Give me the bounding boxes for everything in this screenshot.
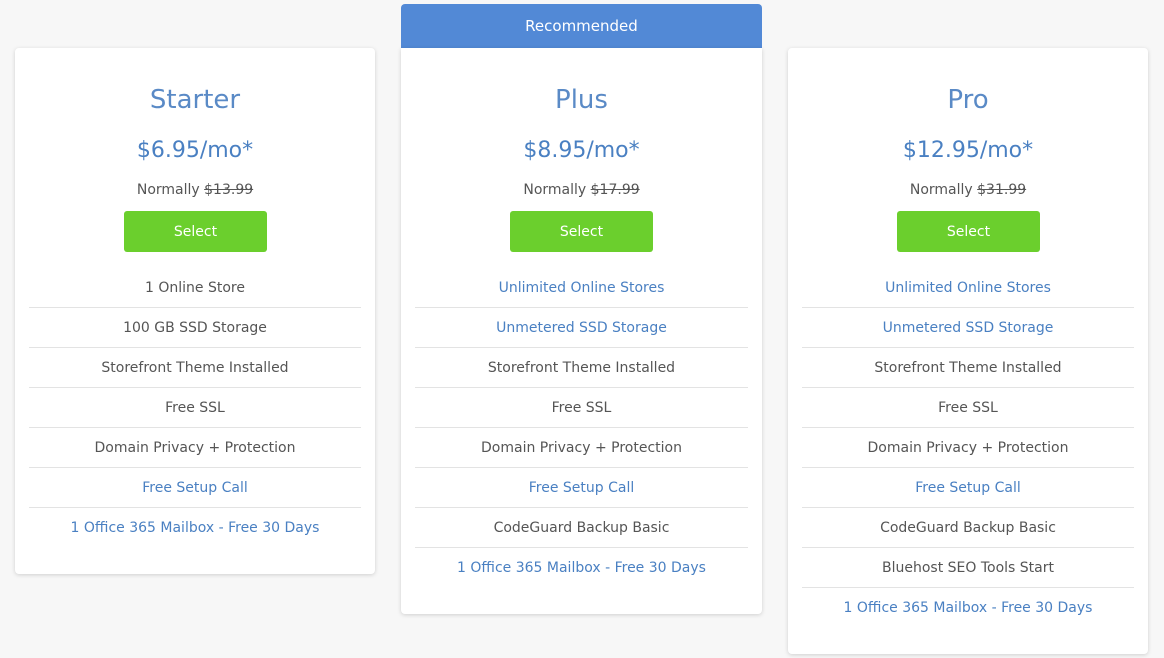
plan-card-starter: Starter $6.95/mo* Normally $13.99 Select… bbox=[15, 48, 375, 574]
pricing-table: Recommended Starter $6.95/mo* Normally $… bbox=[0, 0, 1164, 658]
feature-item: Domain Privacy + Protection bbox=[802, 428, 1134, 468]
feature-item[interactable]: Free Setup Call bbox=[29, 468, 361, 508]
feature-item: Free SSL bbox=[415, 388, 748, 428]
select-button-plus[interactable]: Select bbox=[510, 211, 653, 252]
feature-item: Free SSL bbox=[802, 388, 1134, 428]
feature-item: Free SSL bbox=[29, 388, 361, 428]
feature-item[interactable]: Free Setup Call bbox=[802, 468, 1134, 508]
original-price: $17.99 bbox=[590, 182, 640, 198]
feature-list: 1 Online Store 100 GB SSD Storage Storefro… bbox=[29, 268, 361, 548]
normally-label: Normally bbox=[909, 182, 973, 198]
feature-item: Domain Privacy + Protection bbox=[415, 428, 748, 468]
plan-normal-price: Normally $17.99 bbox=[401, 182, 762, 198]
feature-item[interactable]: 1 Office 365 Mailbox - Free 30 Days bbox=[802, 588, 1134, 628]
feature-item: Bluehost SEO Tools Start bbox=[802, 548, 1134, 588]
plan-normal-price: Normally $31.99 bbox=[788, 182, 1148, 198]
feature-item[interactable]: 1 Office 365 Mailbox - Free 30 Days bbox=[415, 548, 748, 588]
feature-item[interactable]: Unmetered SSD Storage bbox=[802, 308, 1134, 348]
feature-item: CodeGuard Backup Basic bbox=[802, 508, 1134, 548]
feature-item[interactable]: Unmetered SSD Storage bbox=[415, 308, 748, 348]
normally-label: Normally bbox=[136, 182, 200, 198]
select-button-starter[interactable]: Select bbox=[124, 211, 267, 252]
plan-price: $12.95/mo* bbox=[902, 138, 1034, 163]
plan-normal-price: Normally $13.99 bbox=[15, 182, 375, 198]
feature-item: Storefront Theme Installed bbox=[29, 348, 361, 388]
plan-name: Pro bbox=[947, 85, 989, 115]
original-price: $31.99 bbox=[977, 182, 1027, 198]
feature-item[interactable]: 1 Office 365 Mailbox - Free 30 Days bbox=[29, 508, 361, 548]
feature-list: Unlimited Online Stores Unmetered SSD Sto… bbox=[802, 268, 1134, 628]
plan-name: Plus bbox=[555, 85, 608, 115]
select-button-pro[interactable]: Select bbox=[897, 211, 1040, 252]
normally-label: Normally bbox=[523, 182, 587, 198]
feature-list: Unlimited Online Stores Unmetered SSD Sto… bbox=[415, 268, 748, 588]
plan-card-plus: Plus $8.95/mo* Normally $17.99 Select Un… bbox=[401, 48, 762, 614]
feature-item: Storefront Theme Installed bbox=[802, 348, 1134, 388]
feature-item: CodeGuard Backup Basic bbox=[415, 508, 748, 548]
plan-card-pro: Pro $12.95/mo* Normally $31.99 Select Un… bbox=[788, 48, 1148, 654]
feature-item: Domain Privacy + Protection bbox=[29, 428, 361, 468]
feature-item: Storefront Theme Installed bbox=[415, 348, 748, 388]
feature-item: 1 Online Store bbox=[29, 268, 361, 308]
plan-name: Starter bbox=[149, 85, 241, 115]
feature-item[interactable]: Unlimited Online Stores bbox=[802, 268, 1134, 308]
feature-item[interactable]: Free Setup Call bbox=[415, 468, 748, 508]
recommended-ribbon: Recommended bbox=[401, 4, 762, 48]
original-price: $13.99 bbox=[204, 182, 254, 198]
plan-price: $6.95/mo* bbox=[136, 138, 254, 163]
feature-item[interactable]: Unlimited Online Stores bbox=[415, 268, 748, 308]
feature-item: 100 GB SSD Storage bbox=[29, 308, 361, 348]
plan-price: $8.95/mo* bbox=[523, 138, 640, 163]
